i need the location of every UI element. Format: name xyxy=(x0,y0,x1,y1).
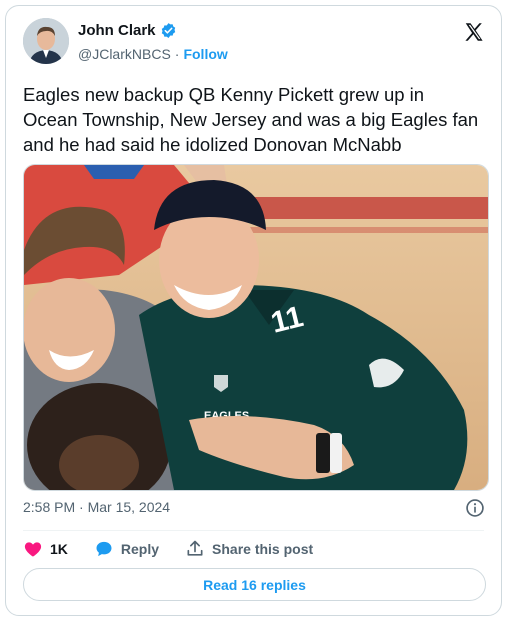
like-count: 1K xyxy=(50,541,68,557)
verified-badge-icon xyxy=(161,23,175,38)
author-name[interactable]: John Clark xyxy=(78,22,156,39)
avatar-image xyxy=(23,18,69,64)
divider xyxy=(23,530,484,531)
tweet-text: Eagles new backup QB Kenny Pickett grew … xyxy=(23,84,479,155)
like-button[interactable]: 1K xyxy=(23,539,68,559)
reply-bubble-icon xyxy=(96,541,112,557)
share-icon xyxy=(187,540,203,556)
share-label: Share this post xyxy=(212,541,314,557)
share-button[interactable]: Share this post xyxy=(185,539,313,559)
reply-label: Reply xyxy=(120,541,160,557)
x-logo-icon[interactable] xyxy=(463,21,485,43)
read-replies-button[interactable]: Read 16 replies xyxy=(23,568,486,601)
tweet-card: John Clark @JClarkNBCS · Follow Eagles n… xyxy=(5,5,502,616)
handle-separator: · xyxy=(174,46,180,62)
tweet-timestamp[interactable]: 2:58 PM · Mar 15, 2024 xyxy=(23,499,170,515)
tweet-photo[interactable]: 11 EAGLES xyxy=(23,164,489,491)
photo-image: 11 EAGLES xyxy=(24,165,488,490)
author-handle[interactable]: @JClarkNBCS xyxy=(78,46,171,62)
heart-icon xyxy=(24,542,42,557)
action-bar: 1K Reply Share this post xyxy=(23,538,339,560)
reply-button[interactable]: Reply xyxy=(94,539,159,559)
info-icon[interactable] xyxy=(465,498,485,518)
follow-button[interactable]: Follow xyxy=(183,46,227,62)
avatar[interactable] xyxy=(23,18,69,64)
